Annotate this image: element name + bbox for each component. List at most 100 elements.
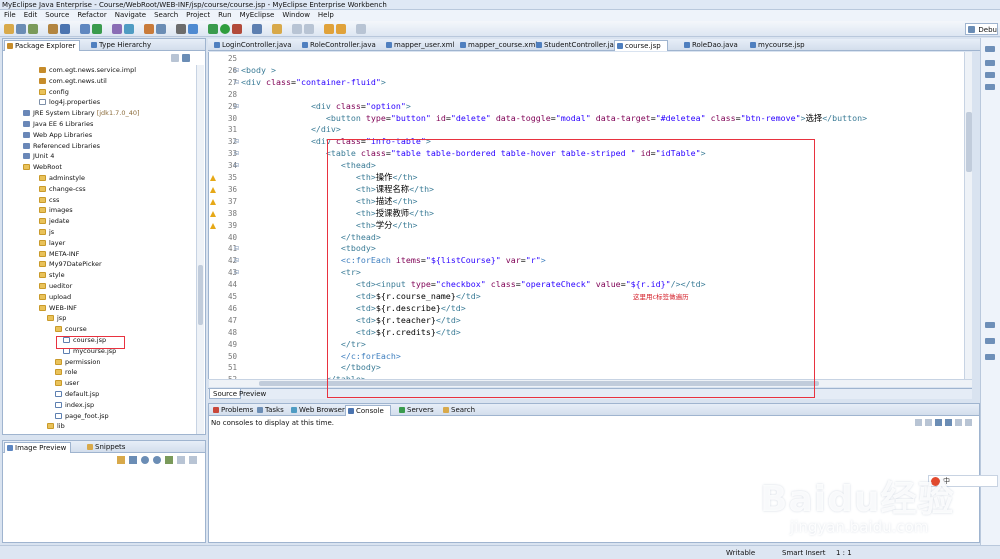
tree-item[interactable]: images bbox=[39, 205, 73, 216]
save-icon[interactable] bbox=[16, 24, 26, 34]
zoom-fit-icon[interactable] bbox=[129, 456, 137, 464]
forward-icon[interactable] bbox=[336, 24, 346, 34]
tree-item[interactable]: lib bbox=[47, 421, 65, 432]
debug-view-icon[interactable] bbox=[985, 322, 995, 328]
stop-icon[interactable] bbox=[232, 24, 242, 34]
tab-console[interactable]: Console bbox=[345, 405, 391, 416]
tab-preview[interactable]: Preview bbox=[236, 389, 269, 399]
annotation-icon[interactable] bbox=[272, 24, 282, 34]
tree-scroll-thumb[interactable] bbox=[198, 265, 203, 325]
tree-item[interactable]: Web App Libraries bbox=[23, 130, 92, 141]
minimize-icon[interactable] bbox=[955, 419, 962, 426]
tree-item[interactable]: role bbox=[55, 367, 77, 378]
tree-item[interactable]: page_foot.jsp bbox=[55, 411, 109, 422]
new-file-icon[interactable] bbox=[4, 24, 14, 34]
editor-tab[interactable]: mycourse.jsp bbox=[748, 40, 811, 51]
scroll-lock-icon[interactable] bbox=[925, 419, 932, 426]
warning-icon[interactable] bbox=[210, 222, 216, 229]
editor-vertical-scrollbar[interactable] bbox=[964, 52, 972, 379]
outline-icon[interactable] bbox=[985, 46, 995, 52]
wizard-icon[interactable] bbox=[112, 24, 122, 34]
tree-item[interactable]: adminstyle bbox=[39, 173, 85, 184]
tree-item[interactable]: WEB-INF bbox=[39, 303, 77, 314]
navigate-icon[interactable] bbox=[356, 24, 366, 34]
tree-item[interactable]: jedate bbox=[39, 216, 69, 227]
editor-tab[interactable]: mapper_user.xml bbox=[384, 40, 460, 51]
tree-item[interactable]: layer bbox=[39, 238, 65, 249]
tree-item[interactable]: css bbox=[39, 195, 59, 206]
tab-servers[interactable]: Servers bbox=[397, 405, 440, 416]
tree-item[interactable]: js bbox=[39, 227, 54, 238]
menu-search[interactable]: Search bbox=[154, 10, 178, 21]
tree-item[interactable]: jsp bbox=[47, 313, 66, 324]
warning-icon[interactable] bbox=[210, 198, 216, 205]
link-editor-icon[interactable] bbox=[182, 54, 190, 62]
prev-edit-icon[interactable] bbox=[292, 24, 302, 34]
tree-item[interactable]: com.egt.news.service.impl bbox=[39, 65, 136, 76]
pin-console-icon[interactable] bbox=[935, 419, 942, 426]
editor-tab[interactable]: RoleDao.java bbox=[682, 40, 744, 51]
run-icon[interactable] bbox=[220, 24, 230, 34]
menu-navigate[interactable]: Navigate bbox=[115, 10, 146, 21]
fold-icon[interactable]: ⊟ bbox=[234, 245, 239, 252]
fold-icon[interactable]: ⊟ bbox=[234, 103, 239, 110]
tree-item[interactable]: META-INF bbox=[39, 249, 79, 260]
menu-source[interactable]: Source bbox=[45, 10, 69, 21]
tab-type-hierarchy[interactable]: Type Hierarchy bbox=[89, 40, 155, 51]
menu-myeclipse[interactable]: MyEclipse bbox=[240, 10, 275, 21]
fold-icon[interactable]: ⊟ bbox=[234, 162, 239, 169]
minimize-icon[interactable] bbox=[177, 456, 185, 464]
zoom-in-icon[interactable] bbox=[141, 456, 149, 464]
tree-item[interactable]: WebRoot bbox=[23, 162, 62, 173]
maximize-icon[interactable] bbox=[965, 419, 972, 426]
editor-tab[interactable]: LoginController.java bbox=[212, 40, 298, 51]
tree-item[interactable]: ueditor bbox=[39, 281, 72, 292]
external-tools-icon[interactable] bbox=[252, 24, 262, 34]
tree-scrollbar[interactable] bbox=[196, 65, 204, 434]
fold-icon[interactable]: ⊟ bbox=[234, 67, 239, 74]
tasks-icon[interactable] bbox=[985, 84, 995, 90]
warning-icon[interactable] bbox=[210, 186, 216, 193]
tree-item[interactable]: upload bbox=[39, 292, 71, 303]
tree-item[interactable]: style bbox=[39, 270, 65, 281]
back-icon[interactable] bbox=[324, 24, 334, 34]
editor-tab[interactable]: mapper_course.xml bbox=[458, 40, 543, 51]
palette-icon[interactable] bbox=[985, 72, 995, 78]
tree-item[interactable]: log4j.properties bbox=[39, 97, 100, 108]
tree-item[interactable]: permission bbox=[55, 357, 101, 368]
server-icon[interactable] bbox=[80, 24, 90, 34]
zoom-out-icon[interactable] bbox=[153, 456, 161, 464]
warning-icon[interactable] bbox=[210, 175, 216, 181]
clear-console-icon[interactable] bbox=[915, 419, 922, 426]
actual-size-icon[interactable] bbox=[165, 456, 173, 464]
perspective-icon[interactable] bbox=[188, 24, 198, 34]
fold-icon[interactable]: ⊟ bbox=[234, 150, 239, 157]
deploy-icon[interactable] bbox=[60, 24, 70, 34]
perspective-switcher[interactable]: Debu bbox=[965, 23, 998, 35]
breakpoints-icon[interactable] bbox=[985, 354, 995, 360]
tree-item[interactable]: change-css bbox=[39, 184, 86, 195]
debug-icon[interactable] bbox=[208, 24, 218, 34]
fold-icon[interactable]: ⊟ bbox=[234, 138, 239, 145]
tab-image-preview[interactable]: Image Preview bbox=[4, 442, 72, 453]
tree-item[interactable]: user bbox=[55, 378, 79, 389]
run-server-icon[interactable] bbox=[92, 24, 102, 34]
menu-refactor[interactable]: Refactor bbox=[77, 10, 106, 21]
menu-help[interactable]: Help bbox=[318, 10, 334, 21]
properties-icon[interactable] bbox=[985, 60, 995, 66]
menu-run[interactable]: Run bbox=[218, 10, 231, 21]
menu-edit[interactable]: Edit bbox=[24, 10, 38, 21]
tree-item[interactable]: default.jsp bbox=[55, 389, 99, 400]
tree-item[interactable]: config bbox=[39, 87, 69, 98]
tab-web-browser[interactable]: Web Browser bbox=[289, 405, 351, 416]
fold-icon[interactable]: ⊟ bbox=[234, 79, 239, 86]
tree-item[interactable]: JRE System Library [jdk1.7.0_40] bbox=[23, 108, 140, 119]
tab-snippets[interactable]: Snippets bbox=[85, 442, 129, 453]
menu-file[interactable]: File bbox=[4, 10, 16, 21]
maximize-icon[interactable] bbox=[189, 456, 197, 464]
menu-project[interactable]: Project bbox=[186, 10, 210, 21]
variables-icon[interactable] bbox=[985, 338, 995, 344]
db-icon[interactable] bbox=[176, 24, 186, 34]
tree-item[interactable]: Java EE 6 Libraries bbox=[23, 119, 93, 130]
collapse-all-icon[interactable] bbox=[171, 54, 179, 62]
